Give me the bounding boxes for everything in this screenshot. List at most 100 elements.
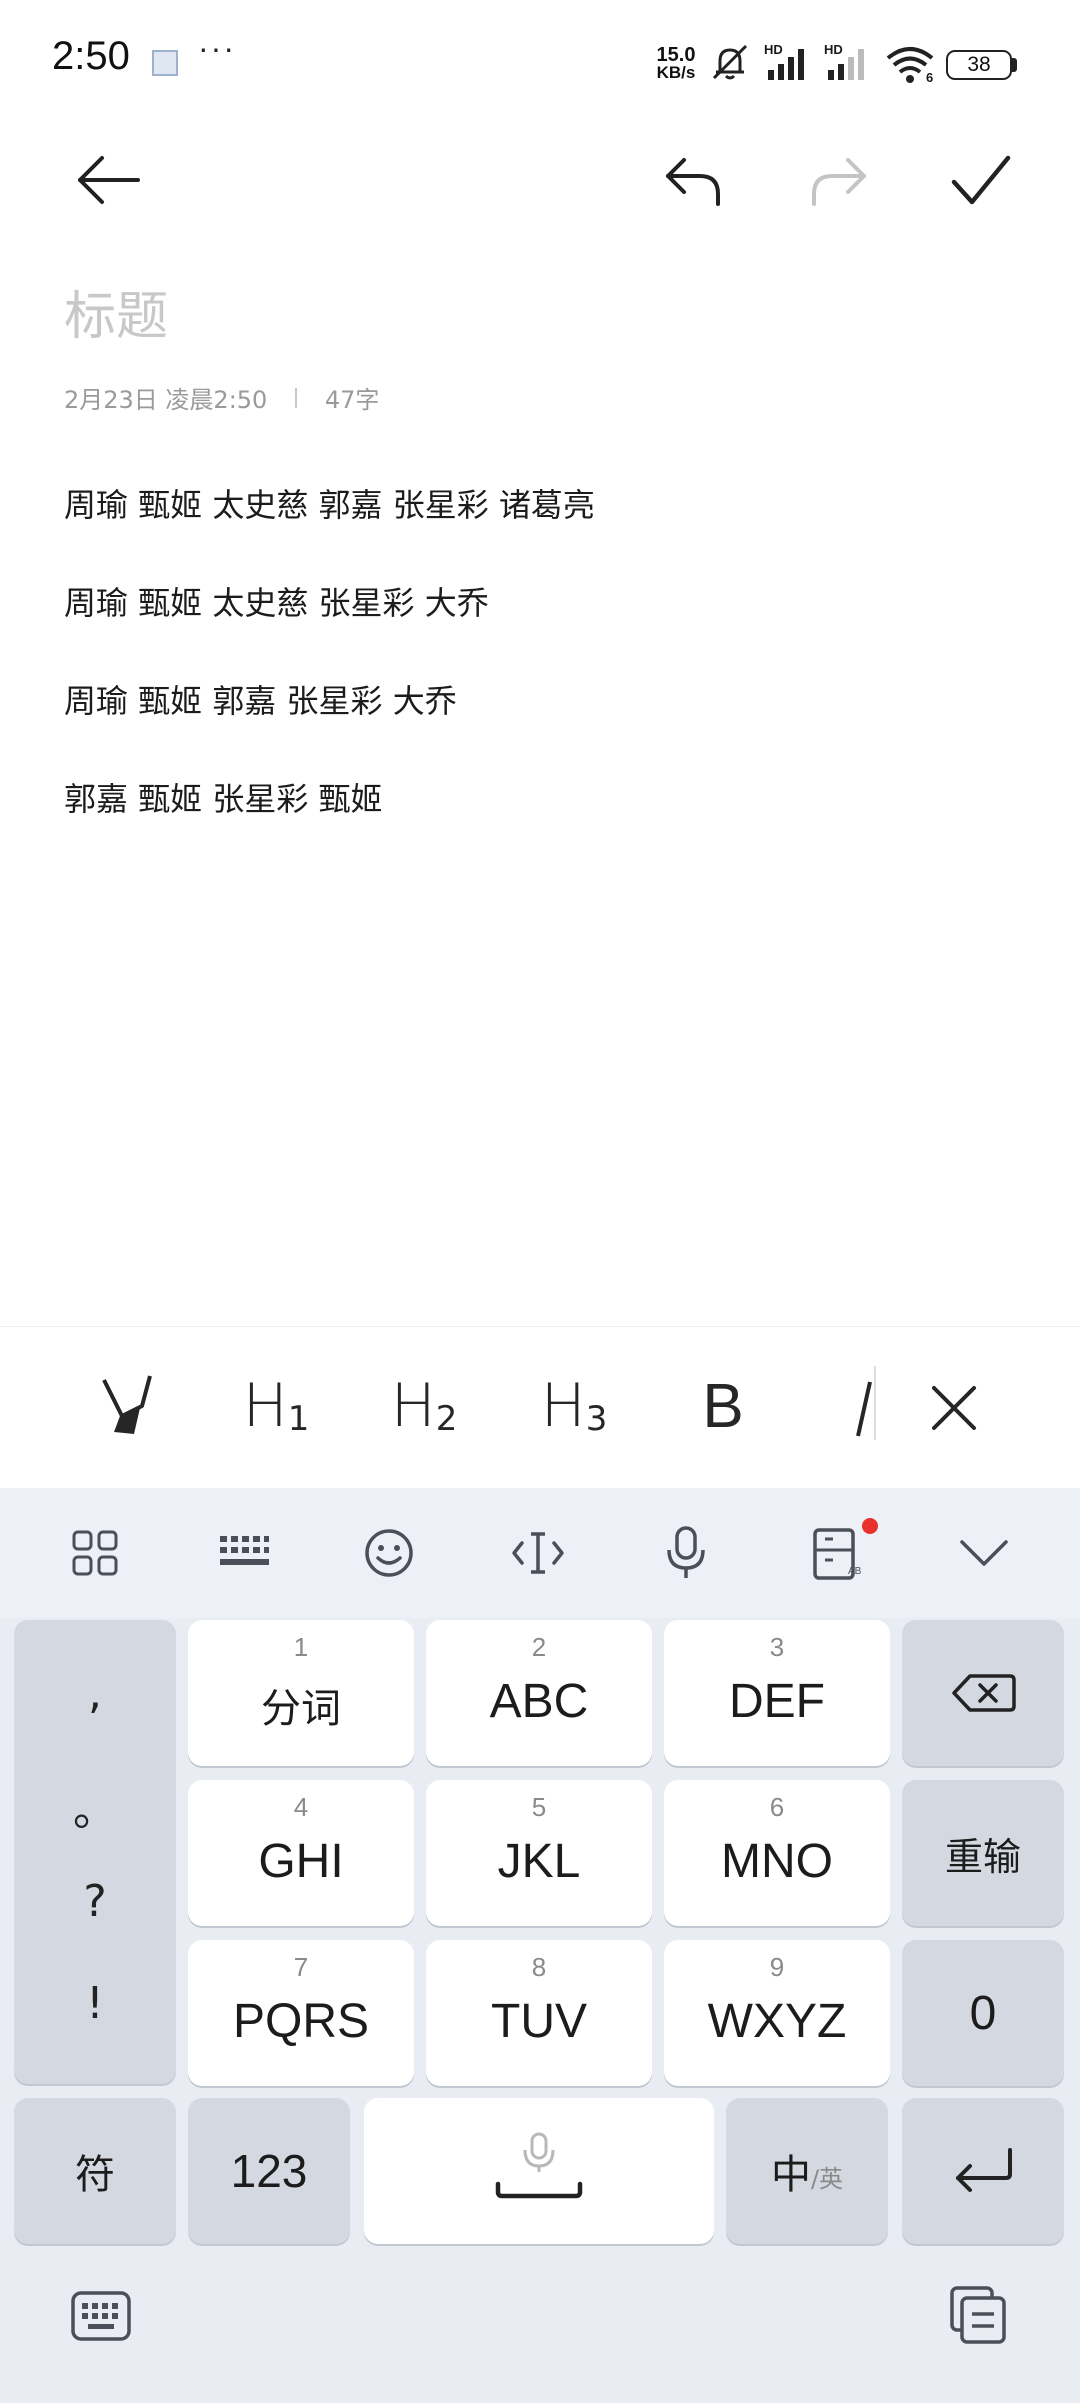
retype-label: 重输 bbox=[944, 1834, 1021, 1879]
dictionary-badge: AB bbox=[848, 1566, 862, 1577]
battery-icon: 38 bbox=[946, 50, 1012, 80]
enter-key[interactable] bbox=[902, 2098, 1064, 2244]
key-label: DEF bbox=[729, 1675, 825, 1728]
key-9[interactable]: 9 WXYZ bbox=[664, 1940, 890, 2086]
note-word-count: 47字 bbox=[324, 386, 380, 414]
key-7[interactable]: 7 PQRS bbox=[188, 1940, 414, 2086]
language-sub: /英 bbox=[810, 2164, 844, 2193]
back-arrow-icon[interactable] bbox=[74, 150, 144, 210]
space-key[interactable] bbox=[364, 2098, 714, 2244]
heading-3-sub: 3 bbox=[585, 1399, 608, 1439]
more-notifications-icon: ··· bbox=[198, 30, 236, 66]
heading-1-button[interactable]: H1 bbox=[236, 1366, 316, 1446]
app-grid-icon[interactable] bbox=[70, 1528, 120, 1578]
highlighter-icon[interactable] bbox=[96, 1370, 160, 1442]
punct-period[interactable]: 。 bbox=[14, 1774, 176, 1838]
microphone-icon[interactable] bbox=[664, 1524, 708, 1582]
note-date: 2月23日 凌晨2:50 bbox=[64, 386, 268, 414]
title-input[interactable]: 标题 bbox=[64, 274, 168, 349]
heading-2-main: H bbox=[390, 1371, 436, 1441]
numbers-key[interactable]: 123 bbox=[188, 2098, 350, 2244]
key-2[interactable]: 2 ABC bbox=[426, 1620, 652, 1766]
key-number: 7 bbox=[293, 1952, 309, 1982]
keyboard-layout-icon[interactable] bbox=[216, 1532, 272, 1572]
space-mic-icon bbox=[495, 2132, 583, 2199]
key-6[interactable]: 6 MNO bbox=[664, 1780, 890, 1926]
key-label: JKL bbox=[497, 1835, 581, 1888]
italic-icon[interactable] bbox=[852, 1360, 878, 1444]
symbols-label: 符 bbox=[75, 2152, 115, 2198]
enter-icon bbox=[956, 2148, 1012, 2192]
key-label: WXYZ bbox=[707, 1995, 847, 2048]
heading-1-main: H bbox=[242, 1371, 288, 1441]
key-label: 分词 bbox=[261, 1686, 341, 1732]
battery-tip bbox=[1012, 58, 1017, 72]
bold-button[interactable]: B bbox=[688, 1366, 758, 1446]
key-5[interactable]: 5 JKL bbox=[426, 1780, 652, 1926]
network-speed: 15.0 KB/s bbox=[652, 44, 700, 82]
key-number: 5 bbox=[531, 1792, 547, 1822]
key-3[interactable]: 3 DEF bbox=[664, 1620, 890, 1766]
backspace-icon bbox=[952, 1674, 1016, 1712]
heading-2-sub: 2 bbox=[435, 1399, 458, 1439]
meta-divider bbox=[295, 387, 297, 408]
language-switch: 中/英 bbox=[726, 2098, 888, 2244]
confirm-check-icon[interactable] bbox=[948, 150, 1014, 212]
wifi-badge: 6 bbox=[926, 70, 934, 85]
emoji-icon[interactable] bbox=[362, 1526, 416, 1580]
symbols-key[interactable]: 符 bbox=[14, 2098, 176, 2244]
close-toolbar-icon[interactable] bbox=[928, 1382, 980, 1434]
key-label: TUV bbox=[491, 1995, 587, 2048]
note-body-line[interactable]: 周瑜 甄姬 郭嘉 张星彩 大乔 bbox=[64, 676, 457, 722]
network-speed-value: 15.0 bbox=[656, 44, 696, 66]
key-label: ABC bbox=[489, 1675, 589, 1728]
heading-3-button[interactable]: H3 bbox=[534, 1366, 614, 1446]
key-number: 1 bbox=[293, 1632, 309, 1662]
redo-icon[interactable] bbox=[806, 150, 870, 214]
key-number: 3 bbox=[769, 1632, 785, 1662]
retype-key[interactable]: 重输 bbox=[902, 1780, 1064, 1926]
numbers-label: 123 bbox=[230, 2145, 308, 2197]
key-label: GHI bbox=[258, 1835, 344, 1888]
clipboard-manager-icon[interactable] bbox=[948, 2284, 1010, 2346]
key-label: PQRS bbox=[232, 1995, 370, 2048]
note-body-line[interactable]: 郭嘉 甄姬 张星彩 甄姬 bbox=[64, 774, 383, 820]
zero-key[interactable]: 0 bbox=[902, 1940, 1064, 2086]
punct-comma[interactable]: , bbox=[14, 1668, 176, 1719]
key-number: 6 bbox=[769, 1792, 785, 1822]
status-time: 2:50 bbox=[52, 34, 130, 78]
dictionary-tool-button[interactable]: AB bbox=[806, 1518, 878, 1586]
app-notification-icon bbox=[152, 50, 178, 76]
cellular-signal-2-icon: HD bbox=[822, 42, 874, 84]
key-number: 2 bbox=[531, 1632, 547, 1662]
switch-keyboard-icon[interactable] bbox=[70, 2290, 132, 2342]
language-main: 中 bbox=[770, 2152, 811, 2198]
punctuation-panel[interactable]: , 。 ? ! bbox=[14, 1620, 176, 2084]
key-number: 4 bbox=[293, 1792, 309, 1822]
note-body-line[interactable]: 周瑜 甄姬 太史慈 张星彩 大乔 bbox=[64, 578, 489, 624]
punct-exclaim[interactable]: ! bbox=[14, 1978, 176, 2029]
key-4[interactable]: 4 GHI bbox=[188, 1780, 414, 1926]
undo-icon[interactable] bbox=[662, 150, 726, 214]
backspace-key[interactable] bbox=[902, 1620, 1064, 1766]
heading-3-main: H bbox=[540, 1371, 586, 1441]
cellular-signal-1-icon: HD bbox=[762, 42, 814, 84]
note-body-line[interactable]: 周瑜 甄姬 太史慈 郭嘉 张星彩 诸葛亮 bbox=[64, 480, 595, 526]
wifi-icon: 6 bbox=[884, 44, 936, 86]
network-speed-unit: KB/s bbox=[656, 63, 696, 82]
note-meta: 2月23日 凌晨2:50 47字 bbox=[64, 380, 379, 415]
zero-label: 0 bbox=[969, 1986, 997, 2040]
punct-question[interactable]: ? bbox=[14, 1876, 176, 1927]
cursor-move-icon[interactable] bbox=[510, 1526, 566, 1580]
collapse-keyboard-icon[interactable] bbox=[956, 1534, 1012, 1572]
status-bar: 2:50 ··· 15.0 KB/s HD HD 6 38 bbox=[0, 0, 1080, 120]
key-1[interactable]: 1 分词 bbox=[188, 1620, 414, 1766]
language-switch-key[interactable]: 中/英 bbox=[726, 2098, 888, 2244]
key-number: 9 bbox=[769, 1952, 785, 1982]
key-8[interactable]: 8 TUV bbox=[426, 1940, 652, 2086]
heading-1-sub: 1 bbox=[287, 1399, 310, 1439]
notification-dot bbox=[862, 1518, 878, 1534]
bold-label: B bbox=[702, 1371, 744, 1441]
mute-icon bbox=[712, 44, 748, 80]
heading-2-button[interactable]: H2 bbox=[384, 1366, 464, 1446]
